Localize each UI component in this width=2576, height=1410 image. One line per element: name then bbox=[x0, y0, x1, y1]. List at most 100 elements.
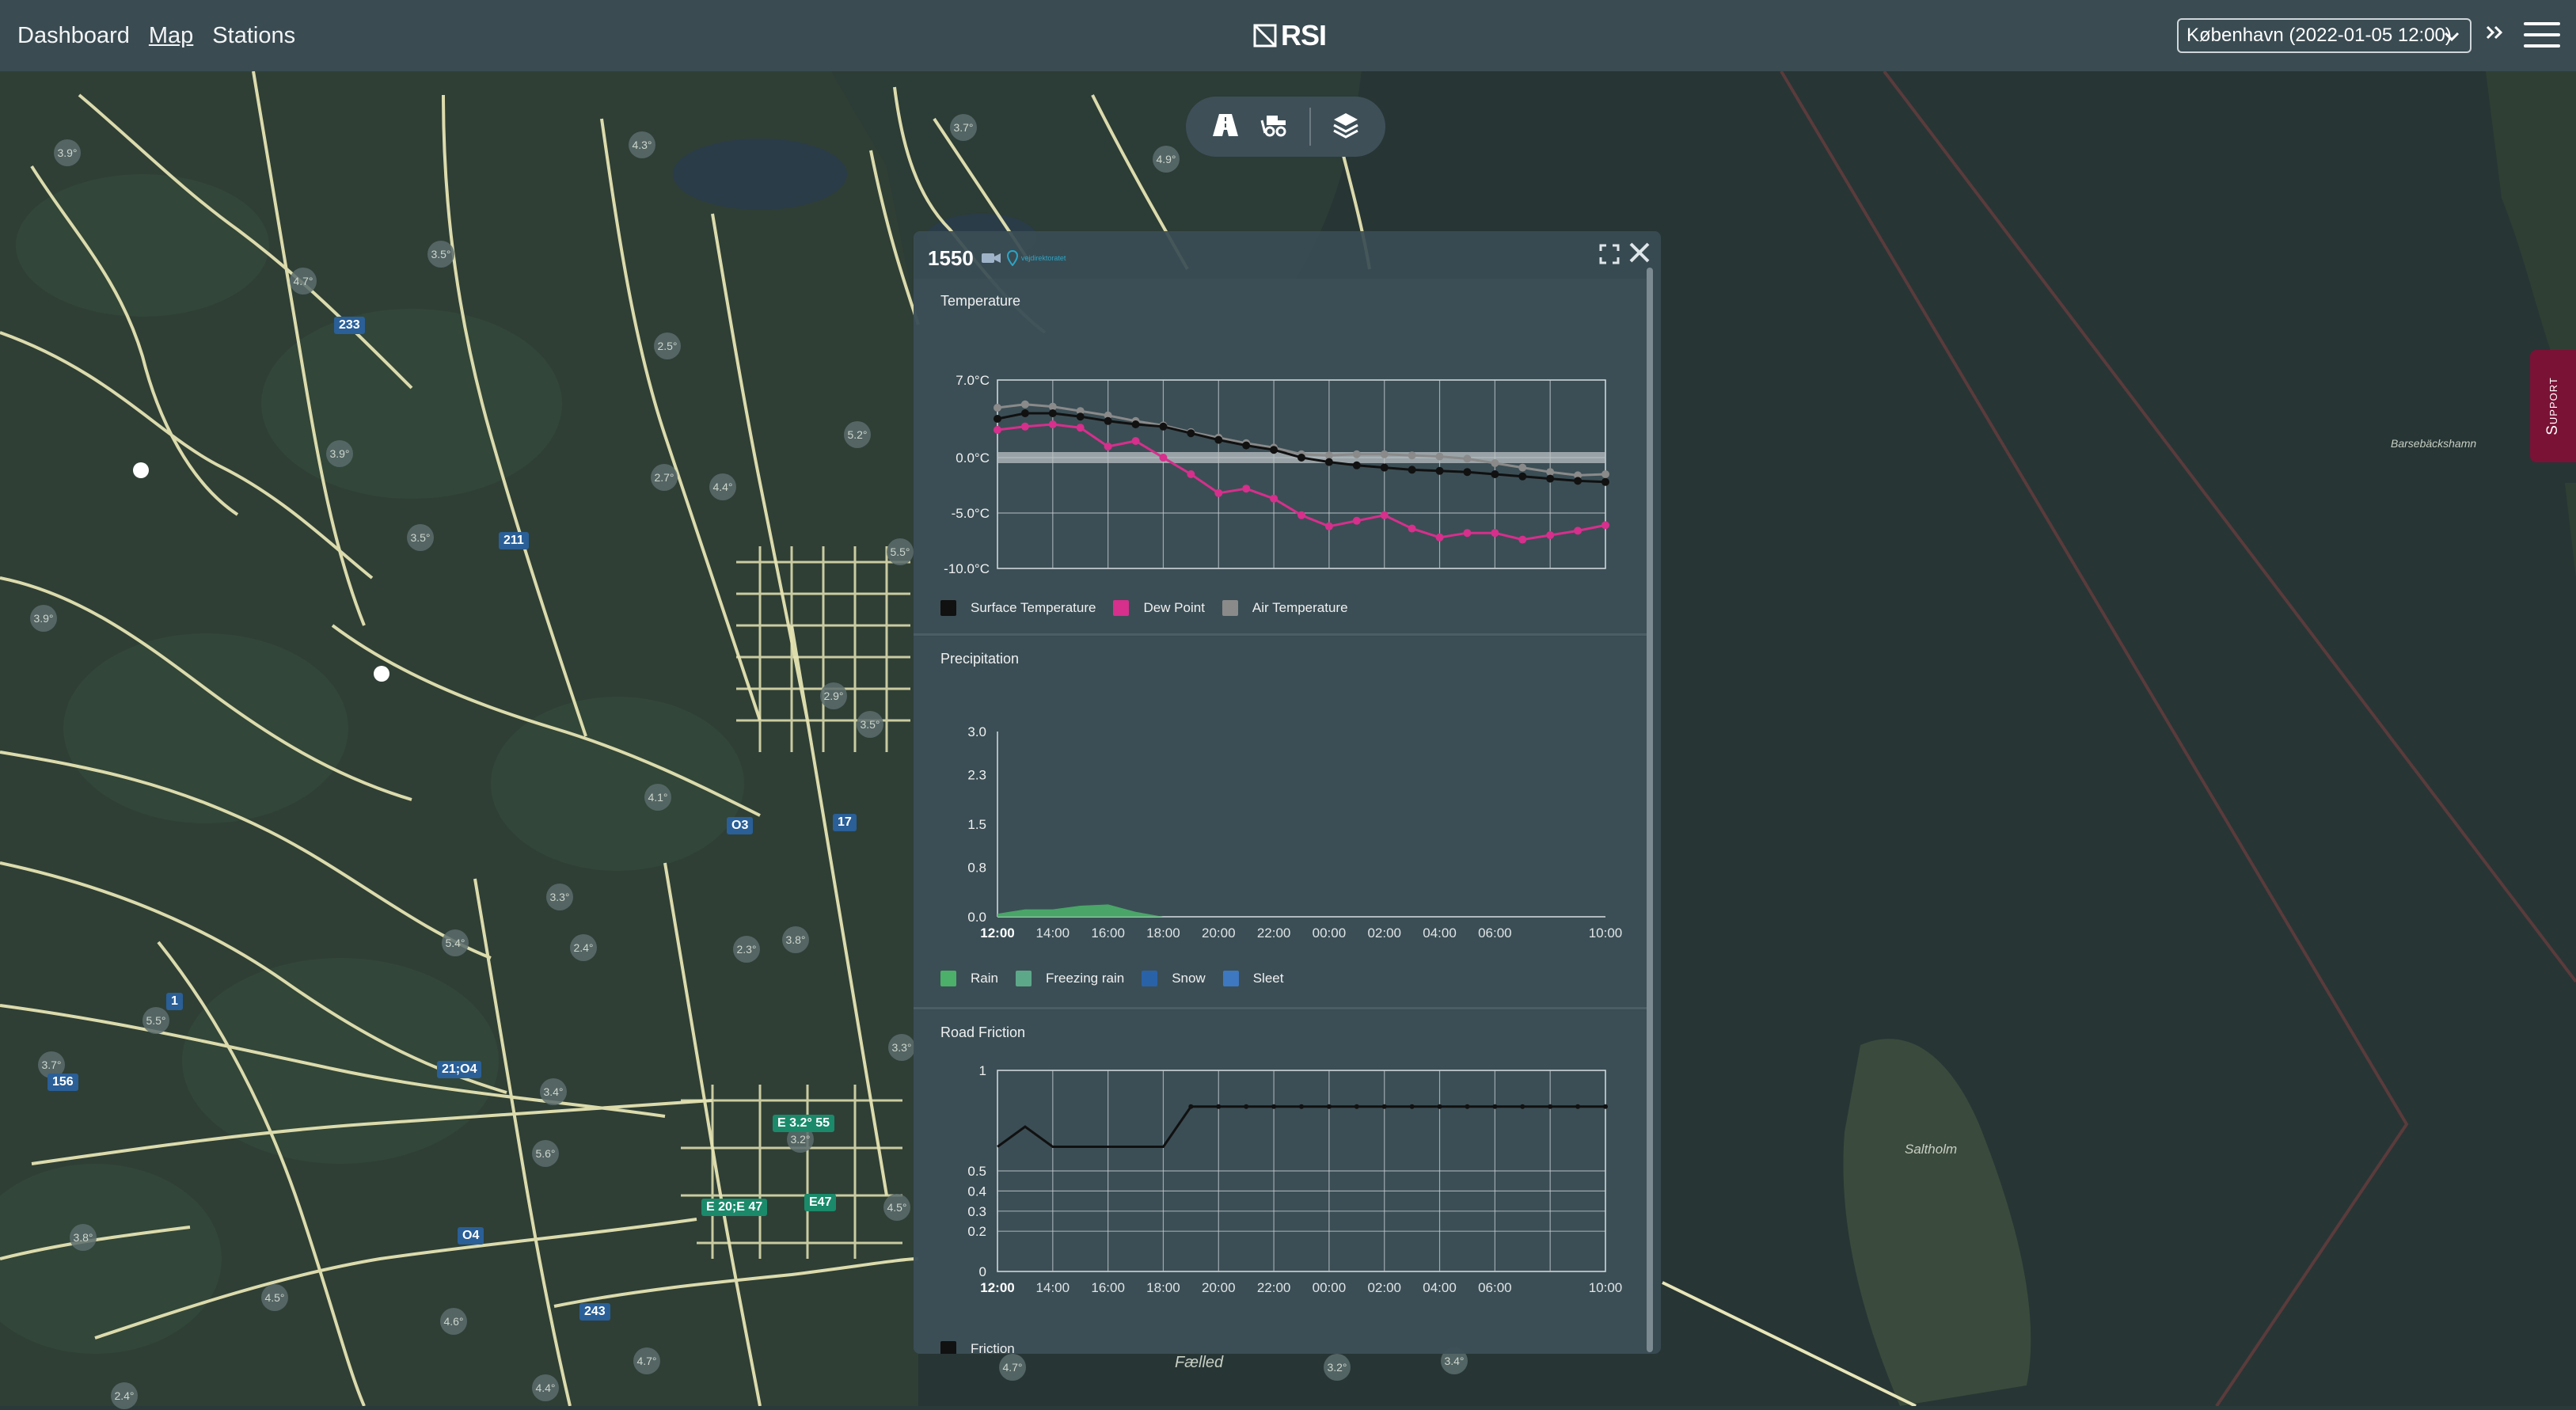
data-point bbox=[1076, 424, 1085, 432]
temperature-label[interactable]: 3.2° bbox=[1324, 1354, 1351, 1381]
road-icon[interactable] bbox=[1211, 112, 1240, 142]
legend-label: Air Temperature bbox=[1252, 600, 1348, 615]
nav-stations[interactable]: Stations bbox=[212, 23, 295, 49]
y-tick-label: 1.5 bbox=[967, 817, 986, 832]
brand-logo[interactable]: RSI bbox=[1252, 19, 1327, 52]
x-tick-label: 04:00 bbox=[1423, 925, 1457, 941]
temperature-label[interactable]: 4.3° bbox=[629, 131, 655, 158]
temperature-label[interactable]: 5.5° bbox=[887, 538, 914, 565]
temperature-label[interactable]: 4.4° bbox=[709, 473, 736, 500]
legend-label: Dew Point bbox=[1143, 600, 1205, 615]
temperature-label[interactable]: 3.8° bbox=[782, 926, 809, 953]
brand-name: RSI bbox=[1281, 19, 1327, 51]
logo-icon bbox=[1253, 24, 1277, 48]
data-point bbox=[1104, 416, 1112, 425]
temperature-label[interactable]: 3.5° bbox=[857, 711, 883, 738]
nav-dashboard[interactable]: Dashboard bbox=[17, 23, 130, 49]
temperature-label[interactable]: 2.5° bbox=[654, 333, 681, 359]
data-point bbox=[1020, 409, 1029, 417]
route-shield: 21;O4 bbox=[437, 1061, 482, 1078]
data-point bbox=[1465, 1104, 1470, 1109]
precipitation-chart[interactable]: 3.0 2.3 1.5 0.8 0.012:00 14:00 16:00 18:00 20:00… bbox=[914, 637, 1650, 953]
layers-icon[interactable] bbox=[1332, 111, 1360, 143]
region-select-value: København (2022-01-05 12:00) bbox=[2187, 25, 2452, 46]
data-point bbox=[1159, 454, 1168, 462]
x-tick-label: 02:00 bbox=[1367, 1280, 1401, 1295]
temperature-label[interactable]: 2.7° bbox=[651, 464, 678, 491]
temperature-label[interactable]: 3.8° bbox=[70, 1224, 97, 1251]
close-icon[interactable] bbox=[1628, 241, 1651, 264]
data-point bbox=[1020, 422, 1029, 431]
temperature-label[interactable]: 2.4° bbox=[570, 934, 597, 961]
temperature-label[interactable]: 3.7° bbox=[950, 114, 977, 141]
temperature-label[interactable]: 3.9° bbox=[30, 605, 57, 632]
hamburger-menu-button[interactable] bbox=[2524, 22, 2560, 49]
fullscreen-icon[interactable] bbox=[1599, 244, 1620, 264]
route-shield: O3 bbox=[727, 817, 754, 834]
data-point bbox=[994, 426, 1001, 434]
temperature-label[interactable]: 2.9° bbox=[820, 682, 847, 709]
data-point bbox=[1104, 443, 1112, 450]
data-point bbox=[1352, 516, 1361, 525]
data-point bbox=[1216, 1104, 1222, 1109]
friction-chart-section: Road Friction 1 0.5 0.4 0.3 0.2 0 12:00 14:00 16… bbox=[914, 1010, 1650, 1354]
y-tick-label: 3.0 bbox=[967, 724, 986, 739]
data-point bbox=[1187, 429, 1195, 438]
nav-map[interactable]: Map bbox=[149, 23, 193, 49]
temperature-label[interactable]: 3.9° bbox=[54, 139, 81, 166]
data-point bbox=[1601, 521, 1609, 530]
data-point bbox=[1271, 1104, 1277, 1109]
temperature-label[interactable]: 4.7° bbox=[633, 1347, 660, 1374]
temperature-chart[interactable]: 7.0°C 0.0°C -5.0°C -10.0°C12:00 14:00 16:00 18… bbox=[914, 279, 1650, 580]
region-select[interactable]: København (2022-01-05 12:00) bbox=[2177, 18, 2472, 53]
x-tick-label: 14:00 bbox=[1036, 925, 1070, 941]
temperature-label[interactable]: 3.5° bbox=[427, 241, 454, 268]
x-tick-label: 02:00 bbox=[1367, 925, 1401, 941]
plot-frame bbox=[997, 379, 1606, 569]
temperature-label[interactable]: 5.5° bbox=[142, 1007, 169, 1034]
camera-icon[interactable] bbox=[980, 250, 1002, 266]
friction-chart[interactable]: 1 0.5 0.4 0.3 0.2 012:00 14:00 16:00 18:00 20:00 2… bbox=[914, 1010, 1650, 1327]
x-tick-label: 10:00 bbox=[1589, 1280, 1623, 1295]
legend-swatch bbox=[1015, 971, 1032, 986]
x-tick-label: 12:00 bbox=[980, 577, 1014, 580]
snowplow-icon[interactable] bbox=[1260, 112, 1289, 142]
legend-swatch bbox=[940, 1341, 956, 1354]
temperature-label[interactable]: 3.5° bbox=[407, 524, 434, 551]
temperature-label[interactable]: 5.6° bbox=[532, 1140, 559, 1167]
route-shield: E 20;E 47 bbox=[701, 1199, 768, 1216]
precipitation-chart-section: Precipitation 3.0 2.3 1.5 0.8 0.0 12:00 14:00 1… bbox=[914, 637, 1650, 1009]
legend-swatch bbox=[1113, 600, 1130, 616]
data-point bbox=[1354, 1104, 1359, 1109]
temperature-label[interactable]: 4.1° bbox=[644, 784, 671, 811]
temperature-label[interactable]: 4.9° bbox=[1153, 146, 1180, 173]
panel-scrollbar[interactable] bbox=[1647, 268, 1653, 1352]
temperature-label[interactable]: 3.9° bbox=[326, 440, 353, 467]
collapse-panel-button[interactable] bbox=[2484, 21, 2505, 51]
temperature-label[interactable]: 4.6° bbox=[440, 1308, 467, 1335]
temperature-label[interactable]: 3.3° bbox=[546, 884, 573, 910]
temperature-label[interactable]: 4.5° bbox=[261, 1284, 288, 1311]
data-point bbox=[1214, 435, 1223, 444]
support-tab[interactable]: Support bbox=[2530, 350, 2576, 462]
temperature-label[interactable]: 5.2° bbox=[844, 421, 871, 448]
y-tick-label: 0.5 bbox=[967, 1164, 986, 1179]
temperature-label[interactable]: 3.4° bbox=[540, 1078, 567, 1105]
x-tick-label: 00:00 bbox=[1313, 577, 1347, 580]
route-shield: O4 bbox=[458, 1227, 484, 1245]
place-label: Fælled bbox=[1175, 1354, 1224, 1371]
temperature-label[interactable]: 2.4° bbox=[111, 1382, 138, 1409]
data-point bbox=[1574, 477, 1582, 485]
temperature-label[interactable]: 4.4° bbox=[532, 1374, 559, 1401]
route-shield: 156 bbox=[47, 1074, 78, 1091]
temperature-label[interactable]: 3.3° bbox=[888, 1034, 915, 1061]
temperature-label[interactable]: 2.3° bbox=[733, 936, 760, 963]
temperature-label[interactable]: 4.7° bbox=[999, 1354, 1026, 1381]
temperature-label[interactable]: 4.7° bbox=[290, 268, 317, 295]
legend-swatch bbox=[1142, 971, 1158, 986]
map-tools-toolbar bbox=[1186, 97, 1385, 157]
temperature-label[interactable]: 4.5° bbox=[883, 1194, 910, 1221]
series-line bbox=[997, 403, 1606, 477]
data-point bbox=[1324, 458, 1333, 466]
temperature-label[interactable]: 5.4° bbox=[442, 929, 469, 956]
